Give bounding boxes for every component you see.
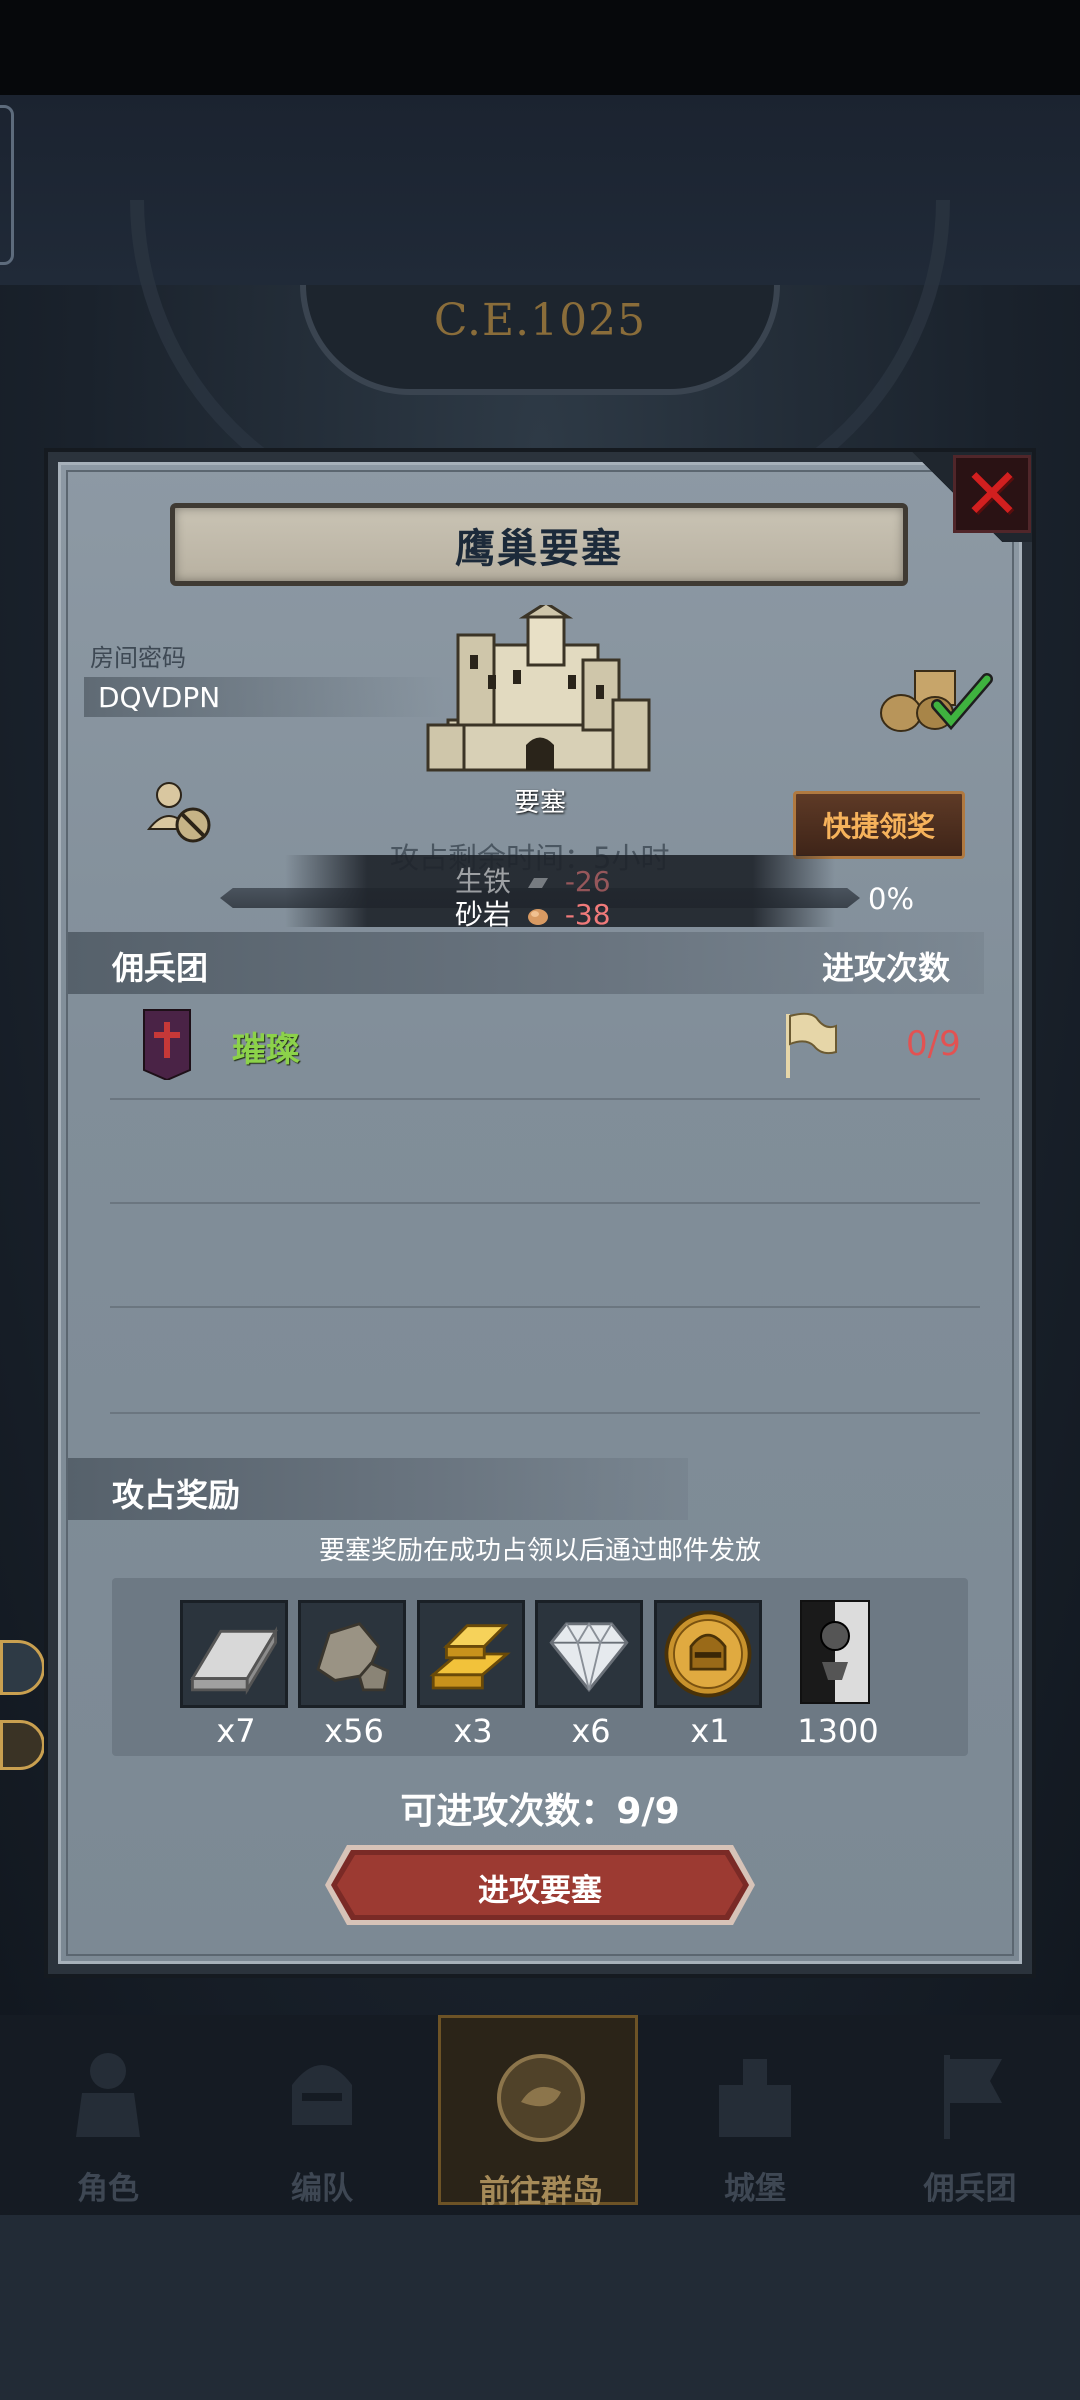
reward-item[interactable]: [800, 1600, 870, 1704]
reward-item[interactable]: [654, 1600, 762, 1708]
helmet-icon: [292, 2065, 352, 2125]
stone-ore-icon: [316, 1622, 390, 1692]
nav-item-mercenary[interactable]: 佣兵团: [870, 2015, 1070, 2207]
silver-ingot-icon: [189, 1626, 279, 1696]
nav-item-castle[interactable]: 城堡: [655, 2015, 855, 2207]
reward-qty: x1: [690, 1712, 730, 1750]
nav-label: 角色: [77, 2171, 139, 2207]
attack-times-text: 可进攻次数：9/9: [400, 1791, 680, 1832]
reward-qty: x56: [324, 1712, 384, 1750]
progress-percent: 0%: [868, 882, 915, 916]
reward-item[interactable]: [298, 1600, 406, 1708]
quick-reward-label: 快捷领奖: [822, 810, 935, 843]
era-label: C.E.1025: [433, 295, 647, 346]
nav-item-formation[interactable]: 编队: [222, 2015, 422, 2207]
dialog-title-banner: 鹰巢要塞: [170, 503, 908, 586]
flag-icon: [944, 2055, 1002, 2139]
cost-name: 砂岩: [455, 898, 512, 931]
row-divider: [110, 1306, 980, 1308]
mercenary-section-title: 佣兵团: [112, 949, 209, 987]
reward-item[interactable]: [180, 1600, 288, 1708]
side-tab[interactable]: [0, 105, 14, 265]
row-divider: [110, 1412, 980, 1414]
cost-row-sandstone: 砂岩 -38: [455, 893, 611, 933]
close-icon: ✕: [962, 453, 1022, 535]
nav-item-islands[interactable]: 前往群岛: [438, 2015, 638, 2210]
knight-icon: [76, 2053, 140, 2137]
nav-label: 编队: [291, 2171, 353, 2207]
quick-reward-button[interactable]: 快捷领奖: [793, 791, 965, 859]
reward-note: 要塞奖励在成功占领以后通过邮件发放: [318, 1536, 761, 1566]
reward-item[interactable]: [417, 1600, 525, 1708]
compass-icon: [497, 2054, 585, 2142]
cost-value: -38: [564, 898, 611, 931]
close-button[interactable]: ✕: [953, 455, 1031, 533]
dialog-title: 鹰巢要塞: [455, 525, 623, 572]
reward-qty: 1300: [797, 1712, 879, 1750]
reward-qty: x3: [453, 1712, 493, 1750]
system-nav-area: [0, 2215, 1080, 2400]
nav-label: 前往群岛: [479, 2174, 603, 2210]
reward-item[interactable]: [535, 1600, 643, 1708]
game-screen: C.E.1025 ✕ 鹰巢要塞 房间密码 DQVDPN 要塞 快捷领奖 0% 生…: [0, 0, 1080, 2400]
loot-bags-icon[interactable]: [875, 665, 997, 735]
reward-qty: x6: [571, 1712, 611, 1750]
nav-label: 佣兵团: [923, 2171, 1017, 2207]
nav-label: 城堡: [724, 2171, 786, 2207]
room-code: DQVDPN: [98, 681, 221, 714]
row-divider: [110, 1098, 980, 1100]
nav-item-character[interactable]: 角色: [8, 2015, 208, 2207]
iron-icon: [527, 878, 548, 888]
fortress-castle-icon: [426, 605, 651, 772]
fortress-label: 要塞: [513, 788, 566, 818]
guild-name[interactable]: 璀璨: [232, 1022, 300, 1071]
room-code-label: 房间密码: [90, 644, 186, 672]
guild-emblem-icon: [143, 1009, 191, 1080]
attack-count-header: 进攻次数: [822, 949, 951, 987]
status-bar-area: [0, 0, 1080, 95]
row-divider: [110, 1202, 980, 1204]
reward-qty: x7: [216, 1712, 256, 1750]
guild-attack-count: 0/9: [906, 1024, 961, 1064]
gold-bars-icon: [429, 1624, 511, 1690]
attack-button-label: 进攻要塞: [478, 1873, 602, 1909]
flag-icon: [786, 1012, 837, 1078]
ally-forbidden-icon: [146, 782, 211, 843]
helmet-coin-icon: [664, 1610, 752, 1698]
castle-icon: [719, 2059, 791, 2137]
sandstone-icon: [527, 909, 548, 925]
mercenary-banner-icon: [802, 1602, 868, 1702]
reward-section-title: 攻占奖励: [112, 1476, 241, 1514]
attack-fortress-button[interactable]: 进攻要塞: [325, 1845, 755, 1925]
diamond-icon: [549, 1621, 629, 1693]
